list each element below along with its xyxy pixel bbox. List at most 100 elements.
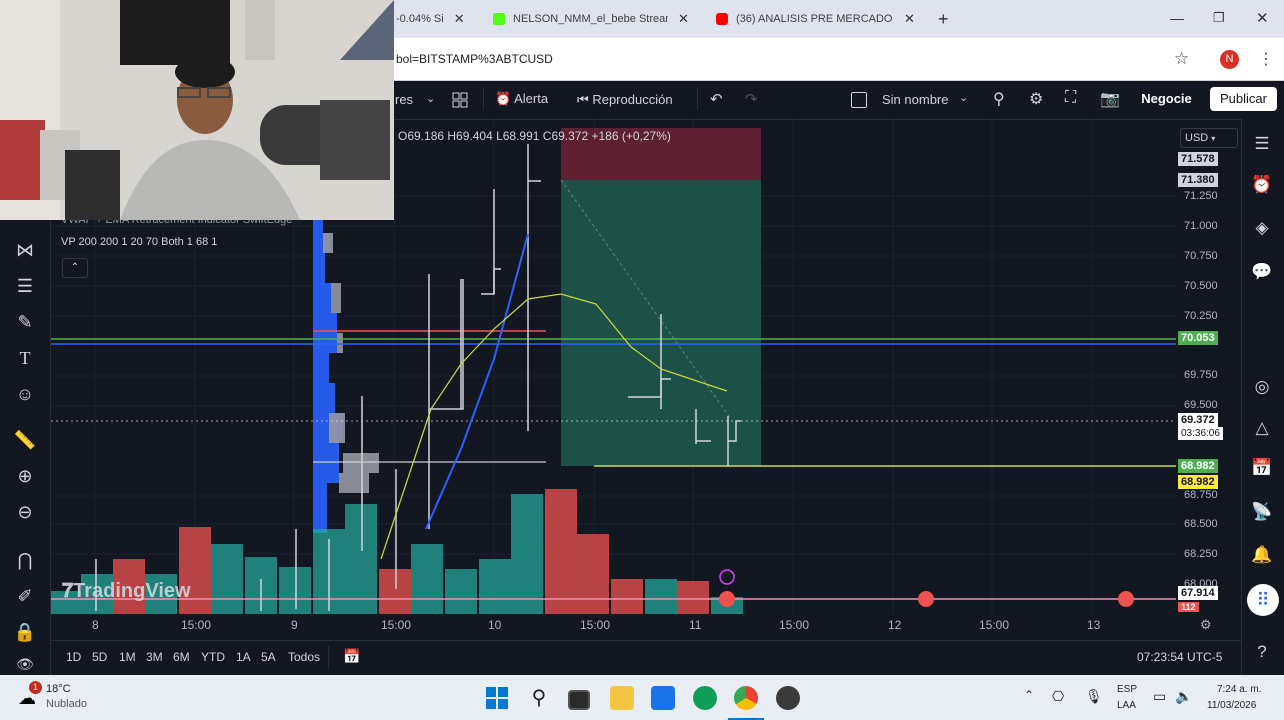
- publish-button[interactable]: Publicar: [1210, 87, 1277, 111]
- text-icon[interactable]: T: [13, 346, 37, 370]
- redo-icon[interactable]: ↷: [745, 90, 758, 108]
- range-1a[interactable]: 1A: [236, 650, 251, 664]
- microphone-icon[interactable]: 🎙: [1085, 688, 1103, 705]
- time-axis[interactable]: [51, 614, 1241, 636]
- undo-icon[interactable]: ↶: [710, 90, 723, 108]
- clock-date[interactable]: 11/03/2026: [1207, 700, 1256, 711]
- ruler-icon[interactable]: 📏: [13, 428, 37, 452]
- help-icon[interactable]: ?: [1250, 640, 1274, 664]
- pattern-icon[interactable]: ⋈: [13, 238, 37, 262]
- language-top[interactable]: ESP: [1117, 684, 1137, 695]
- date-range-icon[interactable]: 📅: [343, 648, 360, 665]
- language-bottom[interactable]: LAA: [1117, 700, 1136, 711]
- range-1d[interactable]: 1D: [66, 650, 81, 664]
- new-tab-button[interactable]: +: [938, 9, 949, 30]
- clock-time[interactable]: 7:24 a. m.: [1217, 684, 1261, 695]
- bell-icon[interactable]: 🔔: [1250, 543, 1274, 567]
- axis-settings-icon[interactable]: ⚙: [1200, 617, 1212, 633]
- fullscreen-icon[interactable]: ⛶: [1065, 89, 1076, 107]
- tab-title: NELSON_NMM_el_bebe Stream: [513, 13, 668, 25]
- lock-icon[interactable]: 🔒: [13, 620, 37, 644]
- price-label: 68.500: [1184, 518, 1218, 530]
- range-6m[interactable]: 6M: [173, 650, 190, 664]
- emoji-icon[interactable]: ☺: [13, 382, 37, 406]
- chevron-down-icon[interactable]: ⌄: [426, 92, 435, 105]
- weather-temp[interactable]: 18°C: [46, 683, 71, 695]
- close-icon[interactable]: ✕: [454, 11, 465, 27]
- restore-icon[interactable]: ❐: [1213, 10, 1225, 26]
- trade-button[interactable]: Negocie: [1135, 87, 1198, 111]
- range-5a[interactable]: 5A: [261, 650, 276, 664]
- layers-icon[interactable]: ◈: [1250, 216, 1274, 240]
- currency-selector[interactable]: USD ▾: [1180, 128, 1238, 148]
- chat-icon[interactable]: 💬: [1250, 260, 1274, 284]
- browser-tab-2[interactable]: NELSON_NMM_el_bebe Stream ✕: [493, 6, 698, 32]
- volume-icon[interactable]: 🔈: [1175, 688, 1192, 705]
- magnet-icon[interactable]: ⋂: [13, 548, 37, 572]
- app-icon[interactable]: [776, 686, 800, 710]
- price-tag: 67.914: [1178, 586, 1218, 600]
- indicator-legend-2[interactable]: VP 200 200 1 20 70 Both 1 68 1: [61, 236, 217, 248]
- close-icon[interactable]: ✕: [678, 11, 689, 27]
- replay-button[interactable]: ⏮ Reproducción: [577, 92, 673, 108]
- templates-icon[interactable]: [452, 92, 468, 108]
- browser-tab-3[interactable]: (36) ANALISIS PRE MERCADO D ✕: [716, 6, 926, 32]
- star-icon[interactable]: ☆: [1174, 49, 1189, 69]
- apps-grid-icon[interactable]: ⠿: [1247, 584, 1279, 616]
- range-3m[interactable]: 3M: [146, 650, 163, 664]
- broadcast-icon[interactable]: 📡: [1250, 500, 1274, 524]
- profile-avatar[interactable]: N: [1220, 50, 1239, 69]
- search-icon[interactable]: ⚲: [527, 686, 551, 710]
- collapse-legend-button[interactable]: ⌃: [62, 258, 88, 278]
- range-5d[interactable]: 5D: [92, 650, 107, 664]
- alert-button[interactable]: ⏰ Alerta: [495, 91, 548, 107]
- alert-label: Alerta: [514, 91, 549, 106]
- meet-icon[interactable]: ⎔: [1052, 688, 1064, 705]
- close-icon[interactable]: ✕: [904, 11, 915, 27]
- fib-icon[interactable]: ☰: [13, 274, 37, 298]
- lock-drawing-icon[interactable]: ✐: [13, 584, 37, 608]
- watermark-text: TradingView: [73, 580, 191, 602]
- camera-icon[interactable]: 📷: [1100, 89, 1120, 109]
- range-all[interactable]: Todos: [288, 650, 320, 664]
- utc-clock[interactable]: 07:23:54 UTC-5: [1137, 650, 1222, 664]
- indicators-button[interactable]: res: [395, 92, 413, 107]
- weather-desc[interactable]: Nublado: [46, 698, 87, 710]
- quick-search-icon[interactable]: ⚲: [993, 89, 1005, 109]
- divider: [483, 88, 484, 110]
- chevron-up-icon[interactable]: ⌃: [1024, 688, 1034, 702]
- chevron-down-icon[interactable]: ⌄: [959, 91, 968, 104]
- range-ytd[interactable]: YTD: [201, 650, 225, 664]
- target-icon[interactable]: ◎: [1250, 375, 1274, 399]
- alerts-clock-icon[interactable]: ⏰: [1250, 173, 1274, 197]
- calendar-icon[interactable]: 📅: [1250, 456, 1274, 480]
- zoom-in-icon[interactable]: ⊕: [13, 464, 37, 488]
- edge-icon[interactable]: [693, 686, 717, 710]
- weather-badge: 1: [29, 681, 42, 694]
- chrome-icon[interactable]: [734, 686, 758, 710]
- close-window-icon[interactable]: ✕: [1256, 9, 1269, 27]
- browser-tab-1[interactable]: -0.04% Si ✕: [396, 6, 476, 32]
- file-explorer-icon[interactable]: [610, 686, 634, 710]
- ideas-icon[interactable]: △: [1250, 416, 1274, 440]
- layout-name[interactable]: Sin nombre: [882, 92, 948, 107]
- layout-square-icon[interactable]: [851, 92, 867, 108]
- start-icon[interactable]: [485, 686, 509, 710]
- network-icon[interactable]: ▭: [1153, 688, 1166, 705]
- brush-icon[interactable]: ✎: [13, 310, 37, 334]
- menu-icon[interactable]: ⋮: [1258, 49, 1274, 69]
- range-1m[interactable]: 1M: [119, 650, 136, 664]
- settings-icon[interactable]: ⚙: [1029, 89, 1043, 109]
- price-label: 69.750: [1184, 369, 1218, 381]
- price-label: 70.250: [1184, 310, 1218, 322]
- url-field[interactable]: bol=BITSTAMP%3ABTCUSD: [396, 52, 553, 66]
- eye-icon[interactable]: 👁: [13, 652, 37, 676]
- minimize-icon[interactable]: —: [1170, 10, 1184, 26]
- store-icon[interactable]: [651, 686, 675, 710]
- replay-label: Reproducción: [592, 92, 673, 107]
- volume-tag: 112: [1178, 602, 1199, 612]
- price-label: 68.250: [1184, 548, 1218, 560]
- watchlist-icon[interactable]: ☰: [1250, 132, 1274, 156]
- task-view-icon[interactable]: [568, 690, 590, 710]
- zoom-out-icon[interactable]: ⊖: [13, 500, 37, 524]
